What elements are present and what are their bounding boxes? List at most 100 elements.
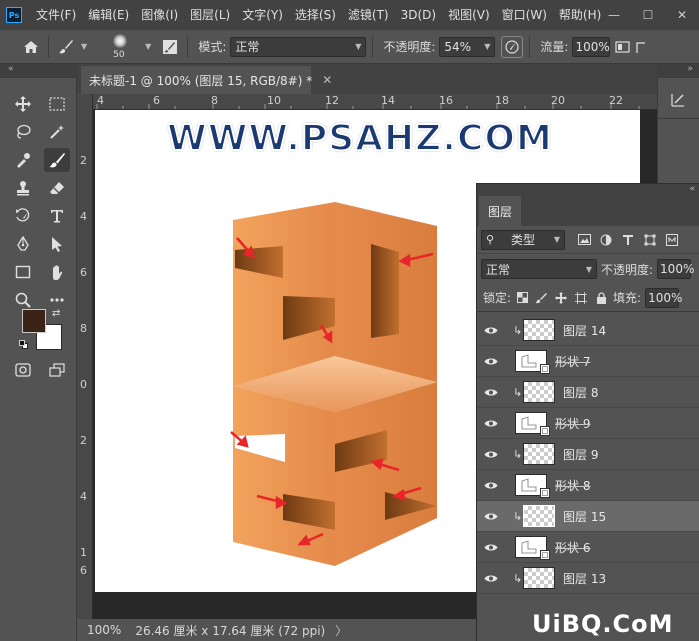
eye-icon[interactable]	[477, 419, 505, 428]
layer-row[interactable]: ↳ 图层 15	[477, 501, 699, 532]
default-colors-icon[interactable]	[19, 340, 28, 349]
canvas-heading: WWW.PSAHZ.COM	[166, 117, 553, 160]
collapse-arrows-icon[interactable]: «	[8, 64, 14, 74]
ruler-label: 0	[80, 378, 87, 391]
lock-all-icon[interactable]	[591, 287, 611, 309]
layer-row[interactable]: ↳ 图层 14	[477, 315, 699, 346]
history-brush-icon[interactable]	[10, 204, 36, 228]
tools-panel: ⇄	[0, 78, 77, 641]
status-menu-arrow-icon[interactable]: 〉	[335, 622, 347, 639]
clip-icon: ↳	[513, 447, 523, 461]
eye-icon[interactable]	[477, 357, 505, 366]
close-icon[interactable]: ✕	[322, 73, 332, 87]
brush-size-picker[interactable]: 50	[101, 32, 141, 62]
path-select-icon[interactable]	[44, 232, 70, 256]
ruler-label: 20	[551, 94, 565, 107]
blend-mode-dropdown[interactable]: 正常 ▼	[481, 259, 597, 279]
menu-edit[interactable]: 编辑(E)	[82, 0, 135, 30]
lasso-icon[interactable]	[10, 120, 36, 144]
brush-settings-panel-icon[interactable]	[666, 88, 690, 112]
menu-type[interactable]: 文字(Y)	[236, 0, 289, 30]
pen-icon[interactable]	[10, 232, 36, 256]
stamp-icon[interactable]	[10, 176, 36, 200]
chevron-down-icon[interactable]: ▼	[81, 42, 87, 51]
layer-name: 图层 13	[563, 571, 607, 586]
menu-filter[interactable]: 滤镜(T)	[342, 0, 395, 30]
layer-row[interactable]: ↳ 图层 13	[477, 563, 699, 594]
hand-icon[interactable]	[44, 260, 70, 284]
mode-dropdown[interactable]: 正常 ▼	[230, 36, 367, 57]
layer-row[interactable]: □ 形状 6	[477, 532, 699, 563]
eye-icon[interactable]	[477, 388, 505, 397]
layer-row[interactable]: □ 形状 9	[477, 408, 699, 439]
layer-name: 形状 6	[555, 540, 591, 555]
layer-row[interactable]: ↳ 图层 8	[477, 377, 699, 408]
eye-icon[interactable]	[477, 481, 505, 490]
collapse-arrows-icon[interactable]: «	[689, 184, 695, 194]
lock-transparent-icon[interactable]	[513, 287, 531, 309]
swap-colors-icon[interactable]: ⇄	[52, 308, 60, 319]
close-button[interactable]: ✕	[665, 0, 699, 30]
lock-position-icon[interactable]	[551, 287, 571, 309]
zoom-level[interactable]: 100%	[87, 623, 121, 637]
document-tab[interactable]: 未标题-1 @ 100% (图层 15, RGB/8#) * ✕	[81, 66, 332, 94]
marquee-icon[interactable]	[44, 92, 70, 116]
magic-wand-icon[interactable]	[44, 120, 70, 144]
expand-arrows-icon[interactable]: »	[687, 64, 693, 74]
chevron-down-icon: ▼	[355, 42, 362, 51]
lock-artboard-icon[interactable]	[571, 287, 591, 309]
eye-icon[interactable]	[477, 512, 505, 521]
rectangle-icon[interactable]	[10, 260, 36, 284]
layer-row[interactable]: □ 形状 8	[477, 470, 699, 501]
chevron-down-icon[interactable]: ▼	[145, 42, 151, 51]
home-icon[interactable]	[20, 36, 42, 58]
menu-select[interactable]: 选择(S)	[289, 0, 342, 30]
filter-shape-icon[interactable]	[639, 229, 661, 251]
brush-icon[interactable]	[44, 148, 70, 172]
clip-icon: ↳	[513, 385, 523, 399]
opacity-field[interactable]: 54% ▼	[439, 36, 496, 57]
layer-name: 图层 14	[563, 323, 607, 338]
layer-filter-dropdown[interactable]: ⚲ 类型 ▼	[481, 229, 565, 250]
foreground-color-swatch[interactable]	[22, 309, 46, 333]
eye-icon[interactable]	[477, 450, 505, 459]
move-icon[interactable]	[10, 92, 36, 116]
eye-icon[interactable]	[477, 326, 505, 335]
layer-row[interactable]: ↳ 图层 9	[477, 439, 699, 470]
filter-adjustment-icon[interactable]	[595, 229, 617, 251]
options-bar: ▼ 50 ▼ 模式: 正常 ▼ 不透明度: 54% ▼ 流量: 100%	[0, 30, 699, 64]
angle-icon[interactable]	[634, 36, 648, 58]
menu-layer[interactable]: 图层(L)	[184, 0, 236, 30]
quick-mask-icon[interactable]	[10, 358, 36, 382]
tab-layers[interactable]: 图层	[479, 196, 521, 226]
airbrush-icon[interactable]	[612, 36, 634, 58]
menu-image[interactable]: 图像(I)	[135, 0, 184, 30]
brush-preset-icon[interactable]	[55, 36, 77, 58]
screen-mode-icon[interactable]	[44, 358, 70, 382]
crop-eyedropper-icon[interactable]	[10, 148, 36, 172]
pressure-opacity-icon[interactable]	[501, 35, 524, 58]
eye-icon[interactable]	[477, 543, 505, 552]
layer-row[interactable]: □ 形状 7	[477, 346, 699, 377]
menu-file[interactable]: 文件(F)	[30, 0, 82, 30]
layer-thumbnail	[523, 319, 555, 341]
lock-pixels-icon[interactable]	[531, 287, 551, 309]
eraser-icon[interactable]	[44, 176, 70, 200]
brush-settings-icon[interactable]	[159, 36, 181, 58]
layer-opacity-field[interactable]: 100%	[657, 259, 694, 279]
eye-icon[interactable]	[477, 574, 505, 583]
menu-window[interactable]: 窗口(W)	[496, 0, 553, 30]
filter-type-icon[interactable]	[617, 229, 639, 251]
menu-3d[interactable]: 3D(D)	[395, 0, 442, 30]
document-tab-bar: 未标题-1 @ 100% (图层 15, RGB/8#) * ✕	[77, 64, 657, 94]
flow-field[interactable]: 100%	[572, 36, 611, 57]
filter-pixel-icon[interactable]	[573, 229, 595, 251]
fill-field[interactable]: 100%	[645, 287, 682, 308]
ruler-label: 14	[381, 94, 395, 107]
maximize-button[interactable]: ☐	[631, 0, 665, 30]
type-icon[interactable]	[44, 204, 70, 228]
menu-view[interactable]: 视图(V)	[442, 0, 496, 30]
filter-smart-object-icon[interactable]	[661, 229, 683, 251]
layer-name: 图层 9	[563, 447, 599, 462]
minimize-button[interactable]: —	[597, 0, 631, 30]
